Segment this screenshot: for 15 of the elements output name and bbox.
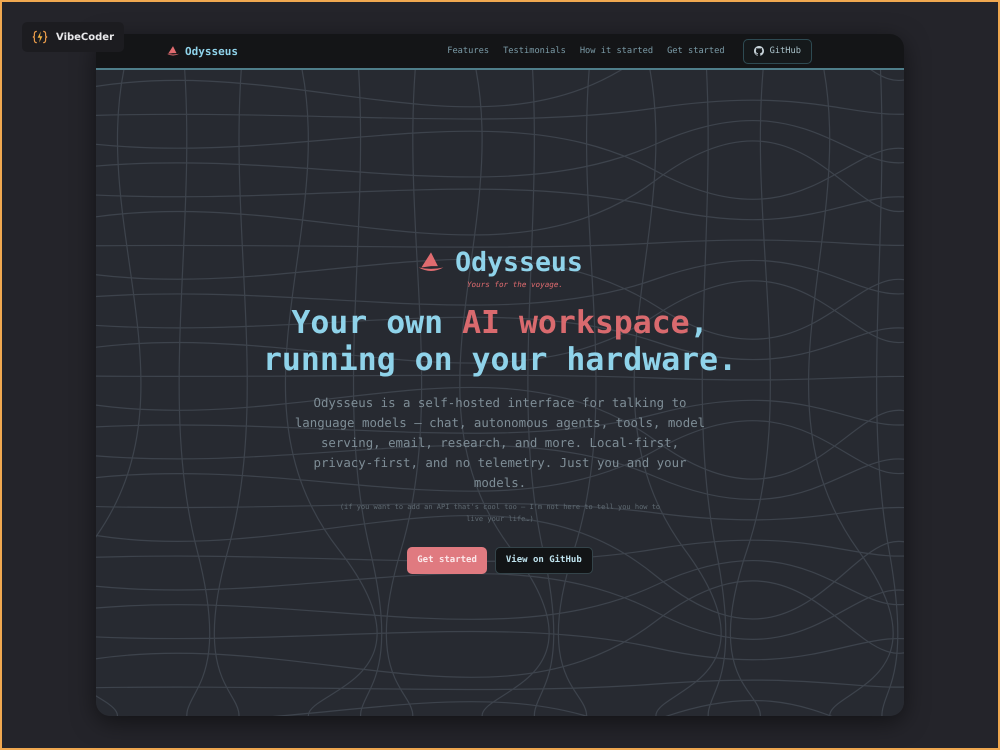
- nav-link[interactable]: Features: [447, 46, 490, 56]
- brand-link[interactable]: Odysseus: [185, 44, 238, 58]
- nav-link[interactable]: Testimonials: [503, 46, 566, 56]
- nav-link[interactable]: Get started: [667, 46, 725, 56]
- nav-link[interactable]: How it started: [580, 46, 654, 56]
- app-badge-label: VibeCoder: [56, 32, 114, 42]
- github-button[interactable]: GitHub: [742, 38, 812, 64]
- github-icon: [754, 46, 764, 56]
- sailboat-icon: [166, 45, 180, 57]
- description: Odysseus is a self-hosted interface for talking to language models — chat, autonomous agents, tools, model serving, email, research, and more. Local-first, privacy-first, and no telemetry. Just you and your models.: [294, 394, 706, 492]
- headline: Your own AI workspace, running on your hardware.: [262, 304, 738, 378]
- github-link-button[interactable]: View on GitHub: [494, 546, 593, 574]
- hero-brand: Odysseus: [455, 246, 583, 278]
- braces-bolt-icon: [32, 29, 48, 45]
- sailboat-icon: [417, 251, 446, 273]
